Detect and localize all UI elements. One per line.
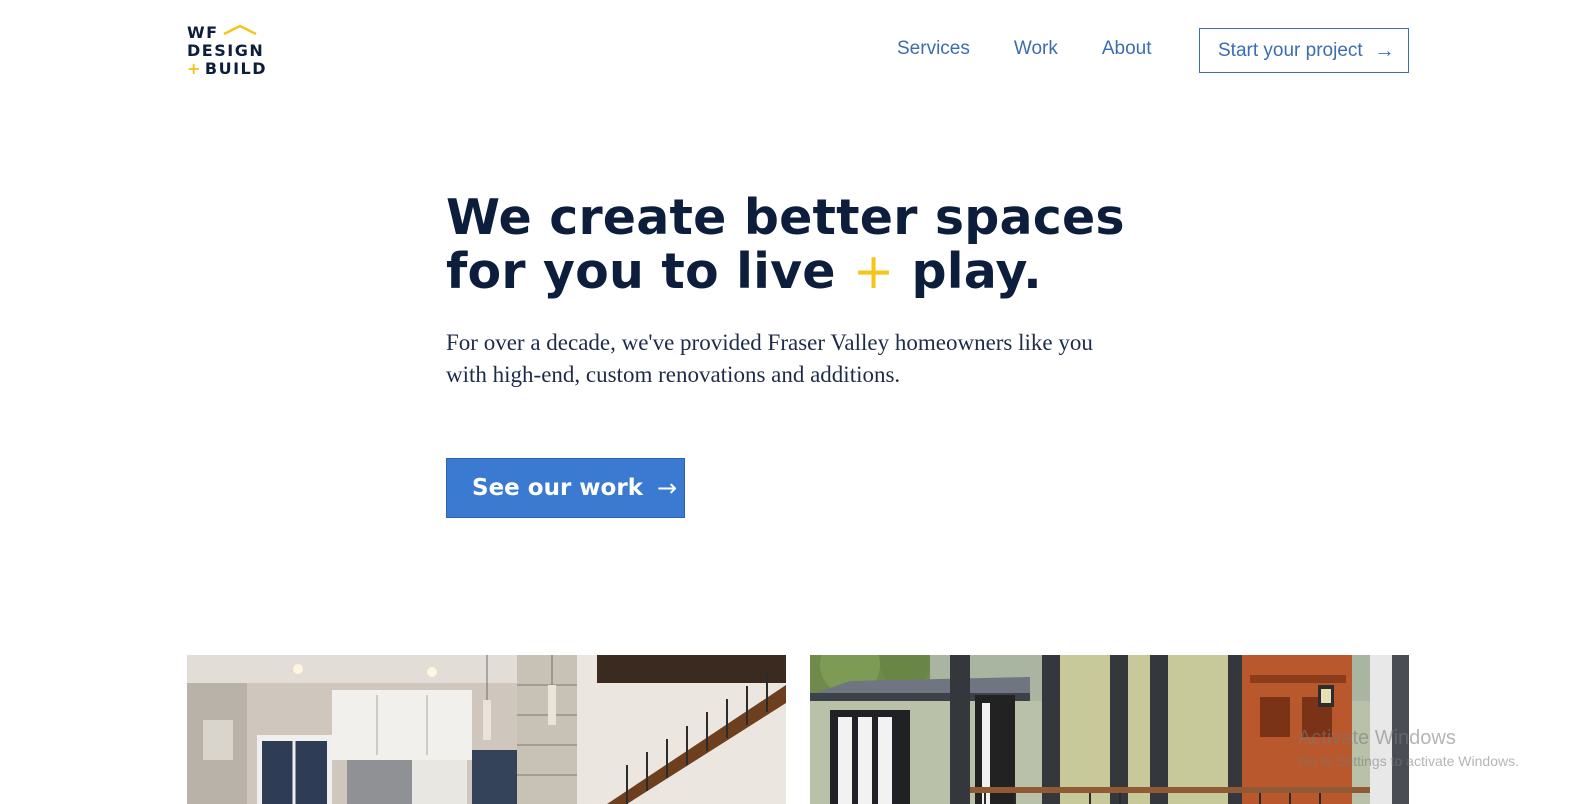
logo-line-design: DESIGN bbox=[187, 41, 265, 60]
logo-plus: + bbox=[187, 59, 202, 78]
hero-subtitle: For over a decade, we've provided Fraser… bbox=[446, 330, 1093, 387]
hero-title: We create better spaces for you to live … bbox=[446, 191, 1146, 299]
roof-icon bbox=[223, 24, 257, 36]
hero-title-plus: + bbox=[852, 243, 895, 300]
kitchen-photo[interactable] bbox=[187, 655, 786, 804]
activate-windows-watermark: Activate Windows Go to Settings to activ… bbox=[1298, 726, 1519, 770]
hero-title-line2b: play. bbox=[894, 243, 1042, 300]
main-nav: Services Work About bbox=[897, 38, 1196, 60]
logo-line-build: + BUILD bbox=[187, 60, 267, 78]
see-our-work-button[interactable]: See our work → bbox=[446, 458, 685, 518]
hero-title-line1: We create better spaces bbox=[446, 189, 1125, 246]
start-project-label: Start your project bbox=[1218, 39, 1363, 61]
nav-link-about[interactable]: About bbox=[1102, 38, 1152, 60]
kitchen-photo-illustration bbox=[187, 655, 786, 804]
watermark-title: Activate Windows bbox=[1298, 727, 1456, 749]
logo[interactable]: WF DESIGN + BUILD bbox=[187, 24, 267, 80]
nav-link-services[interactable]: Services bbox=[897, 38, 970, 60]
logo-build-text: BUILD bbox=[204, 59, 268, 78]
see-our-work-label: See our work bbox=[472, 475, 643, 501]
arrow-right-icon: → bbox=[1374, 39, 1395, 62]
watermark-subtitle: Go to Settings to activate Windows. bbox=[1298, 753, 1519, 769]
hero-title-line2a: for you to live bbox=[446, 243, 853, 300]
nav-link-work[interactable]: Work bbox=[1014, 38, 1058, 60]
arrow-right-icon: → bbox=[656, 474, 678, 502]
start-project-button[interactable]: Start your project → bbox=[1199, 28, 1409, 73]
